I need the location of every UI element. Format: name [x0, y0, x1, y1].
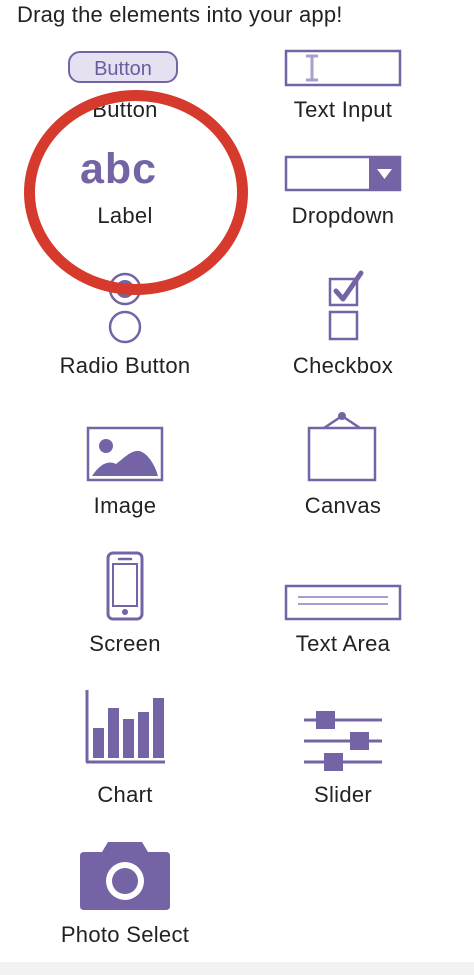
palette-item-button-label: Button [92, 97, 158, 122]
palette-item-dropdown-label: Dropdown [291, 203, 395, 228]
palette-instructions: Drag the elements into your app! [17, 2, 343, 27]
palette-item-text-area-label: Text Area [295, 631, 391, 656]
element-palette: Drag the elements into your app! Button … [0, 0, 474, 975]
label-icon: abc [80, 145, 158, 193]
button-icon: Button [68, 51, 178, 83]
palette-item-slider-label: Slider [313, 782, 373, 807]
text-area-icon [284, 584, 402, 621]
palette-item-text-input-label: Text Input [293, 97, 393, 122]
palette-item-radio-button-label: Radio Button [59, 353, 191, 378]
bottom-edge [0, 962, 474, 975]
dropdown-icon [284, 155, 402, 192]
camera-icon [80, 842, 170, 910]
palette-item-screen-label: Screen [89, 631, 161, 656]
palette-item-image-label: Image [93, 493, 157, 518]
radio-button-icon [108, 272, 142, 344]
palette-item-chart-label: Chart [97, 782, 153, 807]
screen-icon [106, 551, 144, 621]
palette-item-label-label: Label [97, 203, 153, 228]
checkbox-icon [328, 270, 364, 341]
canvas-icon [307, 412, 377, 482]
chart-icon [85, 690, 165, 764]
palette-item-checkbox-label: Checkbox [292, 353, 394, 378]
slider-icon [304, 711, 382, 771]
image-icon [86, 426, 164, 482]
text-input-icon [284, 49, 402, 87]
palette-item-photo-select-label: Photo Select [60, 922, 190, 947]
palette-item-canvas-label: Canvas [304, 493, 382, 518]
